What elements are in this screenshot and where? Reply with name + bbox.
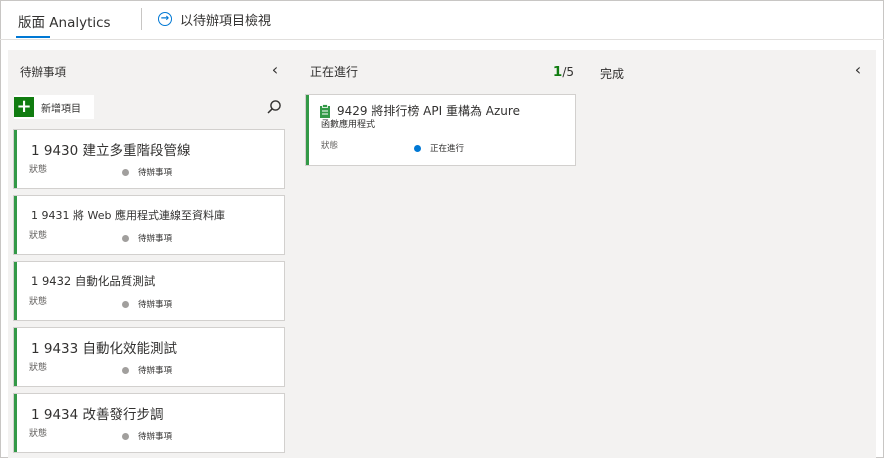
card-field-value: 待辦事項 <box>138 234 173 244</box>
card-title: 1 9432 自動化品質測試 <box>31 274 156 288</box>
card-field-label: 狀態 <box>29 165 48 175</box>
card-title: 1 9431 將 Web 應用程式連線至資料庫 <box>31 209 225 222</box>
column-title-backlog: 待辦事項 <box>20 65 66 79</box>
work-item-card[interactable]: 1 9430 建立多重階段管線 狀態 待辦事項 <box>14 130 284 188</box>
search-icon[interactable] <box>266 99 282 115</box>
card-field-label: 狀態 <box>321 141 339 151</box>
chevron-left-icon[interactable]: ‹ <box>851 62 865 78</box>
view-as-backlog-link[interactable]: → 以待辦項目檢視 <box>158 9 271 29</box>
view-as-backlog-label: 以待辦項目檢視 <box>180 13 272 29</box>
tab-separator <box>141 8 142 30</box>
work-item-card[interactable]: 1 9434 改善發行步調 狀態 待辦事項 <box>14 394 284 452</box>
card-title: 1 9430 建立多重階段管線 <box>31 143 191 159</box>
column-done: 完成 ‹ <box>588 50 876 458</box>
card-field-label: 狀態 <box>29 363 48 373</box>
column-doing: 正在進行 1/5 9429 將排行榜 API 重構為 Azure 函數應用程式 … <box>298 50 582 458</box>
column-backlog: 待辦事項 ‹ + 新增項目 1 9430 建立多重階段管線 狀態 待辦事項 1 … <box>8 50 290 458</box>
chevron-left-icon[interactable]: ‹ <box>268 62 282 78</box>
column-title-done: 完成 <box>600 67 625 81</box>
column-title-doing: 正在進行 <box>310 65 359 79</box>
column-header-doing: 正在進行 1/5 <box>298 50 582 88</box>
wip-limit: /5 <box>562 65 574 79</box>
active-tab-indicator <box>16 36 50 38</box>
card-field-value: 待辦事項 <box>138 432 173 442</box>
card-field-value: 待辦事項 <box>138 366 173 376</box>
status-dot <box>414 145 421 152</box>
new-item-label: 新增項目 <box>41 103 81 115</box>
card-title: 1 9434 改善發行步調 <box>31 407 164 423</box>
plus-icon: + <box>14 97 34 117</box>
card-field-value: 待辦事項 <box>138 300 173 310</box>
status-dot <box>122 433 129 440</box>
status-dot <box>122 301 129 308</box>
wip-limit-indicator: 1/5 <box>553 64 574 80</box>
work-item-card[interactable]: 1 9433 自動化效能測試 狀態 待辦事項 <box>14 328 284 386</box>
clipboard-icon <box>320 104 330 118</box>
card-title-continued: 函數應用程式 <box>321 120 376 130</box>
work-item-card[interactable]: 9429 將排行榜 API 重構為 Azure 函數應用程式 狀態 正在進行 <box>306 95 575 165</box>
work-item-card[interactable]: 1 9431 將 Web 應用程式連線至資料庫 狀態 待辦事項 <box>14 196 284 254</box>
card-field-value: 待辦事項 <box>138 168 173 178</box>
tab-bar: 版面 Analytics → 以待辦項目檢視 <box>0 0 884 40</box>
card-field-value: 正在進行 <box>430 144 465 154</box>
card-title: 1 9433 自動化效能測試 <box>31 341 178 357</box>
card-field-label: 狀態 <box>29 429 48 439</box>
new-item-button[interactable]: + 新增項目 <box>14 95 94 119</box>
arrow-right-circle-icon: → <box>158 12 172 26</box>
status-dot <box>122 235 129 242</box>
work-item-card[interactable]: 1 9432 自動化品質測試 狀態 待辦事項 <box>14 262 284 320</box>
wip-count: 1 <box>552 64 563 80</box>
status-dot <box>122 367 129 374</box>
tab-board-analytics[interactable]: 版面 Analytics <box>18 11 111 31</box>
add-item-row: + 新增項目 <box>14 95 281 119</box>
card-field-label: 狀態 <box>29 297 48 307</box>
column-header-backlog: 待辦事項 ‹ <box>8 50 290 88</box>
column-header-done: 完成 ‹ <box>588 50 876 88</box>
card-field-label: 狀態 <box>29 231 48 241</box>
status-dot <box>122 169 129 176</box>
